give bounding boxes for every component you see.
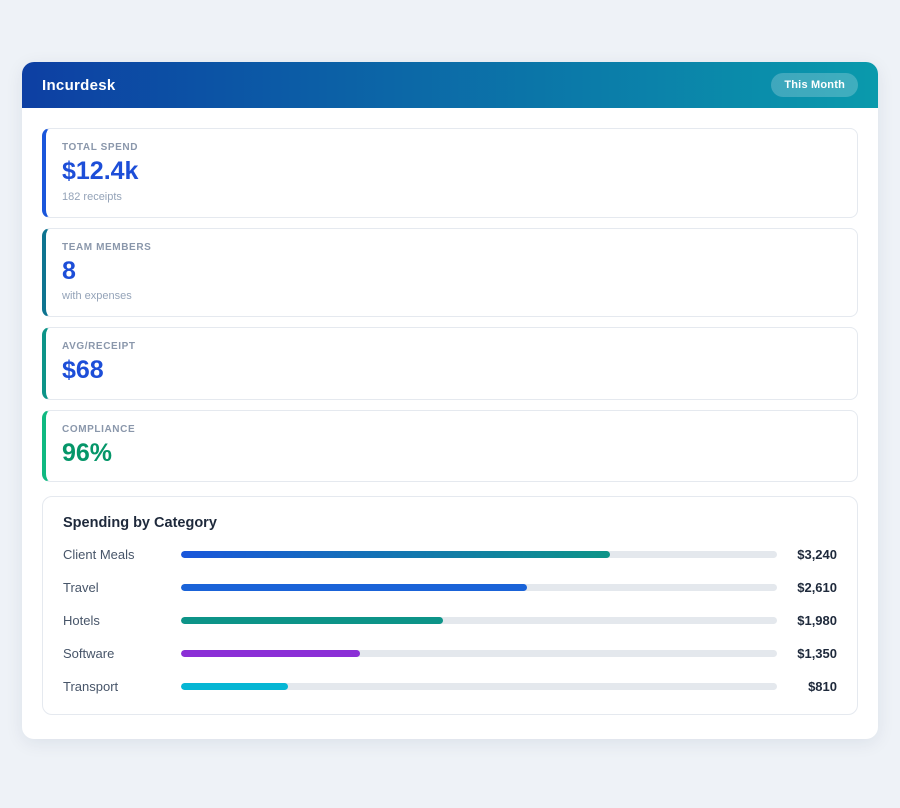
- period-selector-badge[interactable]: This Month: [771, 73, 858, 97]
- category-row-software: Software $1,350: [63, 646, 837, 661]
- stat-label: TEAM MEMBERS: [62, 241, 152, 253]
- category-label: Travel: [63, 580, 99, 595]
- category-label: Hotels: [63, 613, 100, 628]
- bar-fill: [181, 683, 289, 690]
- bar-fill: [181, 584, 527, 591]
- bar-track: [181, 650, 777, 657]
- stat-value: 96%: [62, 438, 113, 467]
- category-row-client-meals: Client Meals $3,240: [63, 547, 837, 562]
- category-row-travel: Travel $2,610: [63, 580, 837, 595]
- bar-fill: [181, 551, 611, 558]
- category-value: $3,240: [797, 547, 837, 562]
- bar-track: [181, 617, 777, 624]
- bar-track: [181, 551, 777, 558]
- stat-value: 8: [62, 256, 76, 285]
- stat-card-team-members: TEAM MEMBERS 8 with expenses: [42, 227, 858, 317]
- bar-fill: [181, 617, 444, 624]
- spending-by-category-panel: Spending by Category Client Meals $3,240…: [42, 496, 858, 715]
- stat-subtext: with expenses: [62, 290, 132, 302]
- stat-card-avg-receipt: AVG/RECEIPT $68: [42, 327, 858, 400]
- category-value: $810: [808, 679, 837, 694]
- app-header: Incurdesk This Month: [22, 62, 878, 108]
- bar-fill: [181, 650, 360, 657]
- bar-track: [181, 683, 777, 690]
- bar-track: [181, 584, 777, 591]
- stat-card-compliance: COMPLIANCE 96%: [42, 409, 858, 482]
- stat-label: AVG/RECEIPT: [62, 341, 136, 352]
- panel-title: Spending by Category: [63, 515, 217, 531]
- stat-card-total-spend: TOTAL SPEND $12.4k 182 receipts: [42, 128, 858, 218]
- category-label: Software: [63, 646, 115, 661]
- stat-value: $12.4k: [62, 157, 139, 185]
- dashboard-card: Incurdesk This Month TOTAL SPEND $12.4k …: [22, 62, 878, 739]
- stat-value: $68: [62, 356, 104, 384]
- dashboard-body: TOTAL SPEND $12.4k 182 receipts TEAM MEM…: [22, 108, 878, 739]
- category-value: $1,350: [797, 646, 837, 661]
- category-row-hotels: Hotels $1,980: [63, 613, 837, 628]
- stat-subtext: 182 receipts: [62, 190, 122, 203]
- category-row-transport: Transport $810: [63, 679, 837, 694]
- stat-label: TOTAL SPEND: [62, 142, 139, 153]
- app-title: Incurdesk: [42, 76, 116, 94]
- category-value: $1,980: [797, 613, 837, 628]
- stat-label: COMPLIANCE: [62, 423, 136, 435]
- category-label: Transport: [63, 679, 119, 694]
- category-label: Client Meals: [63, 547, 135, 562]
- category-value: $2,610: [797, 580, 837, 595]
